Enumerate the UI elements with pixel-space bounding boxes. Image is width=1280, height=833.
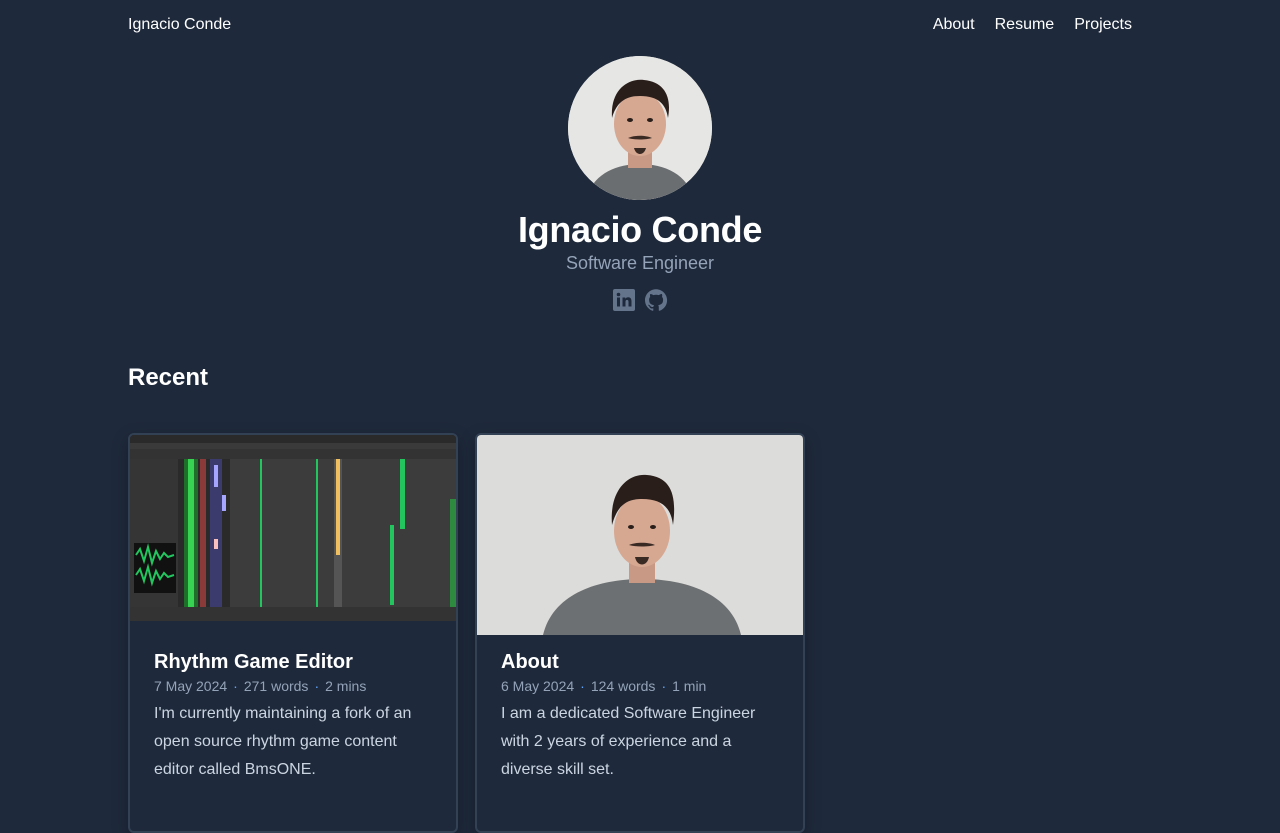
nav-about-link[interactable]: About <box>933 16 975 34</box>
nav-resume-link[interactable]: Resume <box>995 16 1055 34</box>
article-meta: 6 May 2024 · 124 words · 1 min <box>501 678 779 694</box>
author-name: Ignacio Conde <box>517 209 763 250</box>
author-hero: Ignacio Conde Software Engineer <box>0 56 1280 312</box>
meta-separator: · <box>661 678 667 694</box>
article-word-count: 124 words <box>590 678 656 694</box>
linkedin-icon[interactable] <box>612 288 636 312</box>
article-date: 7 May 2024 <box>154 678 228 694</box>
nav-projects-link[interactable]: Projects <box>1074 16 1132 34</box>
avatar-portrait-image <box>568 56 712 200</box>
author-headline: Software Engineer <box>565 253 715 274</box>
article-title[interactable]: About <box>501 651 779 674</box>
article-reading-time: 1 min <box>672 678 707 694</box>
article-date: 6 May 2024 <box>501 678 575 694</box>
recent-heading: Recent <box>128 364 209 391</box>
article-thumbnail <box>130 435 456 635</box>
article-word-count: 271 words <box>243 678 309 694</box>
recent-articles: Rhythm Game Editor 7 May 2024 · 271 words ·… <box>128 433 805 833</box>
meta-separator: · <box>580 678 585 694</box>
article-summary: I am a dedicated Software Engineer with … <box>501 705 756 778</box>
editor-screenshot-image <box>130 435 456 635</box>
article-card[interactable]: Rhythm Game Editor 7 May 2024 · 271 words ·… <box>128 433 458 833</box>
article-summary: I'm currently maintaining a fork of an o… <box>154 705 412 778</box>
author-avatar <box>568 56 712 200</box>
article-reading-time: 2 mins <box>325 678 367 694</box>
article-title[interactable]: Rhythm Game Editor <box>154 651 432 674</box>
github-icon[interactable] <box>644 288 668 312</box>
meta-separator: · <box>233 678 238 694</box>
article-card[interactable]: About 6 May 2024 · 124 words · 1 min I am a … <box>475 433 805 833</box>
article-meta: 7 May 2024 · 271 words · 2 mins <box>154 678 432 694</box>
site-title-link[interactable]: Ignacio Conde <box>128 16 231 34</box>
meta-separator: · <box>314 678 320 694</box>
main-nav: About Resume Projects <box>933 16 1132 34</box>
article-thumbnail <box>477 435 803 635</box>
social-links <box>0 288 1280 312</box>
author-photo-image <box>477 435 803 635</box>
site-header: Ignacio Conde About Resume Projects <box>0 0 1280 54</box>
